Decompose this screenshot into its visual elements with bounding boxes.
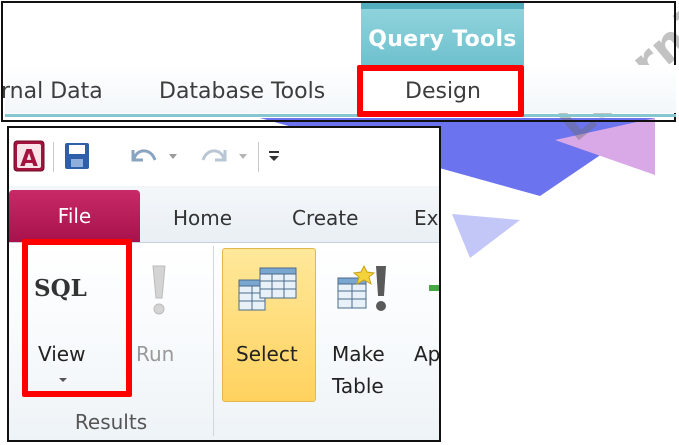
- make-table-label-line2[interactable]: Table: [332, 374, 384, 398]
- redo-dropdown-icon[interactable]: [237, 152, 249, 162]
- qat-separator: [258, 142, 259, 172]
- group-separator: [213, 246, 214, 436]
- design-tab-highlight: [357, 65, 524, 117]
- select-query-icon: [238, 267, 297, 311]
- tab-external-data[interactable]: Ex: [414, 206, 438, 230]
- file-tab[interactable]: File: [9, 190, 140, 242]
- tab-external-data[interactable]: rnal Data: [1, 79, 103, 104]
- run-button-label[interactable]: Run: [136, 342, 174, 366]
- access-logo-icon[interactable]: A: [13, 140, 45, 172]
- exclamation-icon[interactable]: [147, 262, 171, 318]
- make-table-icon[interactable]: [336, 262, 392, 318]
- tab-database-tools[interactable]: Database Tools: [159, 79, 325, 104]
- append-button-label[interactable]: Ap: [414, 342, 439, 366]
- save-icon[interactable]: [64, 142, 90, 170]
- tab-strip-underline: [5, 114, 676, 117]
- ribbon-tabs-panel: Query Tools rnal Data Database Tools Des…: [1, 1, 676, 122]
- tab-home[interactable]: Home: [173, 206, 232, 230]
- access-ribbon-panel: A File Home Create Ex SQL View Run Resul…: [7, 126, 441, 442]
- select-button-label[interactable]: Select: [236, 342, 298, 366]
- query-tools-contextual-header: Query Tools: [361, 3, 524, 65]
- undo-dropdown-icon[interactable]: [167, 152, 179, 162]
- tab-strip: [5, 65, 676, 113]
- make-table-label-line1[interactable]: Make: [332, 342, 385, 366]
- view-button-highlight: [22, 239, 132, 397]
- query-tools-label: Query Tools: [368, 27, 517, 52]
- append-icon[interactable]: [429, 285, 439, 291]
- svg-text:A: A: [20, 146, 38, 172]
- quick-access-toolbar: A: [9, 128, 439, 186]
- customize-qat-icon[interactable]: [267, 148, 281, 164]
- redo-icon[interactable]: [197, 142, 231, 170]
- undo-icon[interactable]: [127, 142, 161, 170]
- tab-create[interactable]: Create: [292, 206, 358, 230]
- results-group-label: Results: [74, 410, 148, 434]
- qat-separator: [53, 142, 54, 172]
